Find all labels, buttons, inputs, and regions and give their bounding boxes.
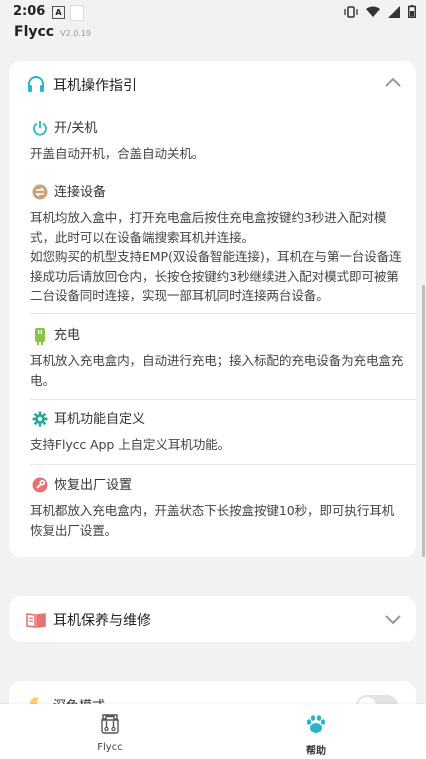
vibrate-icon	[344, 5, 358, 18]
book-icon	[26, 613, 46, 628]
section-customize-title: 耳机功能自定义	[54, 412, 146, 427]
wrench-icon	[32, 477, 48, 493]
maintenance-header[interactable]: 耳机保养与维修	[9, 596, 416, 642]
section-reset-title: 恢复出厂设置	[54, 478, 133, 493]
battery-status-icon	[408, 5, 416, 18]
earphone-guide-header[interactable]: 耳机操作指引	[9, 61, 416, 107]
app-header: Flycc V2.0.19	[14, 24, 91, 40]
section-connect-body-p2: 如您购买的机型支持EMP(双设备智能连接)，耳机在与第一台设备连接成功后请放回仓…	[30, 249, 402, 303]
notification-icon: A	[52, 6, 65, 19]
status-bar: 2:06 A	[0, 0, 426, 26]
section-reset-body: 耳机都放入充电盒内，开盖状态下长按盒按键10秒，即可执行耳机恢复出厂设置。	[30, 503, 395, 538]
section-power-title: 开/关机	[54, 121, 98, 136]
earphone-guide-card: 耳机操作指引 开/关机 开盖自动开机，合盖自动关机。 连接设备 耳机均放入盒中，…	[9, 61, 416, 557]
app-name: Flycc	[14, 24, 55, 40]
notification-square-icon	[70, 5, 84, 21]
signal-icon	[388, 5, 400, 18]
earphone-guide-title: 耳机操作指引	[53, 78, 137, 94]
section-connect-title: 连接设备	[54, 185, 107, 200]
headphones-icon	[28, 76, 44, 92]
nav-tab-flycc-label: Flycc	[97, 742, 123, 753]
status-time: 2:06	[13, 4, 46, 19]
bottom-navigation: Flycc 帮助	[0, 704, 426, 759]
chevron-down-icon[interactable]	[384, 614, 402, 626]
section-connect-body: 耳机均放入盒中，打开充电盒后按住充电盒按键约3秒进入配对模式，此时可以在设备端搜…	[30, 208, 406, 306]
nav-tab-help-label: 帮助	[306, 746, 326, 757]
link-icon	[32, 184, 48, 200]
maintenance-card[interactable]: 耳机保养与维修	[9, 596, 416, 642]
section-charge-title: 充电	[54, 328, 81, 343]
section-charge-body: 耳机放入充电盒内，自动进行充电；接入标配的充电设备为充电盒充电。	[30, 353, 404, 388]
paw-icon	[306, 715, 326, 733]
earbuds-case-icon	[101, 714, 119, 734]
scrollbar[interactable]	[422, 285, 425, 557]
section-connect-body-p1: 耳机均放入盒中，打开充电盒后按住充电盒按键约3秒进入配对模式，此时可以在设备端搜…	[30, 210, 387, 245]
nav-tab-help[interactable]: 帮助	[276, 712, 356, 757]
power-icon	[33, 121, 47, 136]
nav-tab-flycc[interactable]: Flycc	[70, 712, 150, 753]
app-version: V2.0.19	[60, 29, 92, 38]
chevron-up-icon[interactable]	[384, 76, 402, 88]
divider	[30, 313, 416, 314]
divider	[30, 464, 416, 465]
maintenance-title: 耳机保养与维修	[53, 613, 151, 629]
section-power-body: 开盖自动开机，合盖自动关机。	[30, 146, 205, 161]
battery-icon	[35, 328, 45, 345]
section-customize-body: 支持Flycc App 上自定义耳机功能。	[30, 437, 231, 452]
gear-icon	[32, 411, 48, 427]
divider	[30, 399, 416, 400]
wifi-icon	[366, 6, 380, 17]
